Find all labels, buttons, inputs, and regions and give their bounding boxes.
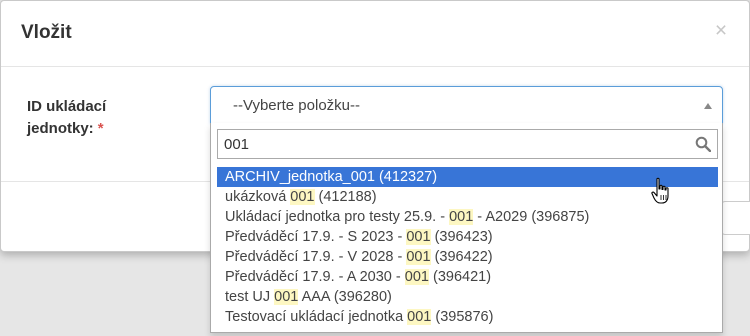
search-input[interactable] (218, 130, 688, 158)
result-text: ARCHIV_jednotka_ (225, 169, 351, 185)
result-text: (396422) (430, 249, 493, 265)
result-text: Předváděcí 17.9. - S 2023 - (225, 229, 407, 245)
result-text: Testovací ukládací jednotka (225, 309, 408, 325)
result-match: 001 (406, 249, 431, 265)
result-match: 001 (350, 169, 375, 185)
field-label-text: ID ukládací jednotky: (27, 98, 107, 137)
caret-up-icon[interactable] (704, 103, 712, 109)
storage-unit-select[interactable]: --Vyberte položku-- (210, 86, 723, 124)
select-dropdown: ARCHIV_jednotka_001 (412327)ukázková 001… (210, 123, 723, 333)
result-text: ukázková (225, 189, 291, 205)
result-match: 001 (449, 209, 474, 225)
search-box[interactable] (217, 129, 718, 159)
result-text: (396423) (430, 229, 493, 245)
result-text: test UJ (225, 289, 275, 305)
storage-unit-id-label: ID ukládací jednotky: * (27, 96, 177, 140)
result-text: Předváděcí 17.9. - A 2030 - (225, 269, 405, 285)
result-text: (412327) (374, 169, 438, 185)
search-icon (695, 136, 711, 152)
result-item[interactable]: ARCHIV_jednotka_001 (412327) (217, 167, 718, 187)
results-list: ARCHIV_jednotka_001 (412327) ukázková 001… (217, 167, 718, 327)
result-match: 001 (404, 269, 429, 285)
result-item[interactable]: Ukládací jednotka pro testy 25.9. - 001 … (217, 207, 718, 227)
required-mark: * (97, 120, 104, 137)
result-item[interactable]: test UJ 001 AAA (396280) (217, 287, 718, 307)
modal-title: Vložit (21, 22, 72, 43)
footer-button[interactable] (721, 201, 750, 235)
result-item[interactable]: Testovací ukládací jednotka 001 (395876) (217, 307, 718, 327)
result-match: 001 (406, 229, 431, 245)
result-text: Ukládací jednotka pro testy 25.9. - (225, 209, 450, 225)
result-item[interactable]: Předváděcí 17.9. - V 2028 - 001 (396422) (217, 247, 718, 267)
hand-pointer-icon (651, 177, 669, 204)
result-item[interactable]: Předváděcí 17.9. - S 2023 - 001 (396423) (217, 227, 718, 247)
result-match: 001 (290, 189, 315, 205)
result-item[interactable]: ukázková 001 (412188) (217, 187, 718, 207)
result-match: 001 (274, 289, 299, 305)
select-value: --Vyberte položku-- (233, 97, 360, 114)
result-text: - A2029 (396875) (473, 209, 590, 225)
modal-header: Vložit × (1, 1, 749, 67)
close-button[interactable]: × (713, 19, 729, 43)
result-text: Předváděcí 17.9. - V 2028 - (225, 249, 407, 265)
result-item[interactable]: Předváděcí 17.9. - A 2030 - 001 (396421) (217, 267, 718, 287)
result-text: (395876) (431, 309, 494, 325)
result-text: AAA (396280) (298, 289, 392, 305)
result-text: (396421) (428, 269, 492, 285)
result-text: (412188) (314, 189, 377, 205)
result-match: 001 (407, 309, 432, 325)
